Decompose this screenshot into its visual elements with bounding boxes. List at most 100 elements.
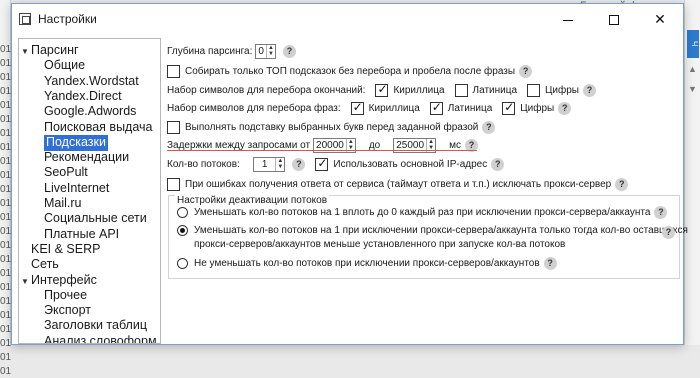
help-icon[interactable]: ?: [292, 157, 306, 171]
tree-item-6[interactable]: Подсказки: [44, 134, 108, 151]
phrases-cyrillic-label[interactable]: Кириллица: [369, 103, 420, 114]
collapse-icon[interactable]: ▼: [21, 44, 31, 59]
title-bar[interactable]: Настройки ✕: [12, 4, 683, 34]
tree-item-label[interactable]: Поисковая выдача: [44, 120, 152, 134]
endings-latin-label[interactable]: Латиница: [473, 85, 517, 96]
tree-item-label[interactable]: Заголовки таблиц: [44, 318, 147, 332]
substitute-label[interactable]: Выполнять подставку выбранных букв перед…: [185, 122, 478, 133]
help-icon[interactable]: ?: [558, 101, 572, 115]
help-icon[interactable]: ?: [282, 44, 296, 58]
option-2-radio[interactable]: [177, 225, 188, 236]
help-icon[interactable]: ?: [543, 257, 557, 270]
use-main-ip-label[interactable]: Использовать основной IP-адрес: [333, 159, 487, 170]
stepper-arrows-icon[interactable]: ▲ ▼: [265, 44, 275, 58]
tree-item-14[interactable]: Сеть: [21, 257, 59, 273]
tree-item-7[interactable]: Рекомендации: [44, 150, 129, 166]
settings-tree[interactable]: ▼ Парсинг Общие Yandex.Wordstat Yandex.Direc…: [18, 38, 161, 344]
option-2-label-line1[interactable]: Уменьшать кол-во потоков на 1 при исключ…: [194, 225, 688, 236]
tree-item-19[interactable]: Анализ словоформ: [44, 334, 157, 343]
close-button[interactable]: ✕: [637, 4, 683, 34]
tree-item-9[interactable]: LiveInternet: [44, 181, 109, 197]
threads-stepper[interactable]: 1 ▲ ▼: [252, 156, 286, 172]
help-icon[interactable]: ?: [519, 64, 533, 78]
option-3-label[interactable]: Не уменьшать кол-во потоков при исключен…: [194, 258, 540, 269]
tree-item-label[interactable]: Google.Adwords: [44, 104, 136, 118]
tree-item-label[interactable]: Подсказки: [46, 135, 106, 149]
help-icon[interactable]: ?: [654, 206, 668, 219]
maximize-button[interactable]: [591, 4, 637, 34]
deactivation-option-3[interactable]: Не уменьшать кол-во потоков при исключен…: [177, 257, 557, 270]
tree-item-label[interactable]: Социальные сети: [44, 211, 147, 225]
minimize-button[interactable]: [545, 4, 591, 34]
depth-value[interactable]: 0: [256, 46, 266, 57]
tree-item-2[interactable]: Yandex.Wordstat: [44, 74, 139, 90]
phrases-digits-label[interactable]: Цифры: [520, 103, 554, 114]
help-icon[interactable]: ?: [482, 120, 496, 134]
tree-item-8[interactable]: SeoPult: [44, 165, 88, 181]
tree-item-label[interactable]: Общие: [44, 58, 85, 72]
delay-to-value[interactable]: 25000: [394, 140, 426, 151]
tree-item-label[interactable]: Yandex.Direct: [44, 89, 122, 103]
background-row-number: 01: [0, 170, 12, 181]
tree-item-15[interactable]: ▼ Интерфейс: [21, 273, 97, 289]
substitute-checkbox[interactable]: [167, 120, 180, 134]
phrases-cyrillic-checkbox[interactable]: [350, 100, 364, 115]
tree-item-11[interactable]: Социальные сети: [44, 211, 147, 227]
tree-item-1[interactable]: Общие: [44, 58, 85, 74]
endings-digits-checkbox[interactable]: [527, 83, 541, 97]
tree-item-label[interactable]: Рекомендации: [44, 150, 129, 164]
tree-item-17[interactable]: Экспорт: [44, 303, 91, 319]
endings-cyrillic-checkbox[interactable]: [375, 82, 389, 97]
endings-cyrillic-label[interactable]: Кириллица: [393, 85, 444, 96]
tree-item-10[interactable]: Mail.ru: [44, 196, 82, 212]
tree-item-label[interactable]: Платные API: [44, 227, 119, 241]
tree-item-label[interactable]: LiveInternet: [44, 181, 109, 195]
tree-item-label[interactable]: Анализ словоформ: [44, 334, 157, 343]
option-1-radio[interactable]: [177, 207, 188, 218]
tree-item-12[interactable]: Платные API: [44, 227, 119, 243]
use-main-ip-checkbox[interactable]: [315, 156, 329, 171]
help-icon[interactable]: ?: [662, 226, 675, 239]
proxy-exclude-label[interactable]: При ошибках получения ответа от сервиса …: [185, 179, 611, 190]
tree-item-label[interactable]: Парсинг: [31, 43, 79, 57]
delay-from-value[interactable]: 20000: [314, 140, 346, 151]
endings-digits-label[interactable]: Цифры: [545, 85, 579, 96]
help-icon[interactable]: ?: [491, 157, 505, 171]
tree-item-label[interactable]: KEI & SERP: [31, 242, 100, 256]
phrases-latin-checkbox[interactable]: [429, 100, 443, 115]
threads-value[interactable]: 1: [254, 159, 276, 170]
tree-item-label[interactable]: Сеть: [31, 257, 59, 271]
deactivation-option-2[interactable]: Уменьшать кол-во потоков на 1 при исключ…: [177, 225, 688, 236]
tree-item-3[interactable]: Yandex.Direct: [44, 89, 122, 105]
phrases-digits-checkbox[interactable]: [502, 100, 516, 115]
tree-item-label[interactable]: SeoPult: [44, 165, 88, 179]
collapse-icon[interactable]: ▼: [21, 274, 31, 289]
tree-item-13[interactable]: KEI & SERP: [21, 242, 100, 258]
tree-item-label[interactable]: Интерфейс: [31, 273, 97, 287]
tree-item-5[interactable]: Поисковая выдача: [44, 120, 152, 136]
scroll-up-icon[interactable]: ▲: [688, 64, 697, 74]
proxy-exclude-checkbox[interactable]: [167, 177, 180, 191]
tree-item-4[interactable]: Google.Adwords: [44, 104, 136, 120]
tree-item-label[interactable]: Yandex.Wordstat: [44, 74, 139, 88]
option-2-label-line2[interactable]: прокси-серверов/аккаунтов меньше установ…: [194, 239, 565, 250]
background-right-tab[interactable]: Ч: [687, 30, 699, 58]
help-icon[interactable]: ?: [582, 83, 596, 97]
option-3-radio[interactable]: [177, 258, 188, 269]
tree-item-16[interactable]: Прочее: [44, 288, 87, 304]
stepper-arrows-icon[interactable]: ▲ ▼: [275, 157, 284, 171]
help-icon[interactable]: ?: [615, 177, 629, 191]
scroll-down-icon[interactable]: ▼: [688, 84, 697, 94]
top-only-checkbox[interactable]: [167, 64, 180, 78]
phrases-latin-label[interactable]: Латиница: [448, 103, 492, 114]
tree-item-18[interactable]: Заголовки таблиц: [44, 318, 147, 334]
tree-item-label[interactable]: Mail.ru: [44, 196, 82, 210]
top-only-label[interactable]: Собирать только ТОП подсказок без перебо…: [185, 66, 515, 77]
tree-item-label[interactable]: Экспорт: [44, 303, 91, 317]
option-1-label[interactable]: Уменьшать кол-во потоков на 1 вплоть до …: [194, 207, 650, 218]
deactivation-option-1[interactable]: Уменьшать кол-во потоков на 1 вплоть до …: [177, 206, 668, 219]
endings-latin-checkbox[interactable]: [454, 83, 468, 97]
tree-item-0[interactable]: ▼ Парсинг: [21, 43, 79, 59]
depth-stepper[interactable]: 0 ▲ ▼: [255, 43, 276, 59]
tree-item-label[interactable]: Прочее: [44, 288, 87, 302]
